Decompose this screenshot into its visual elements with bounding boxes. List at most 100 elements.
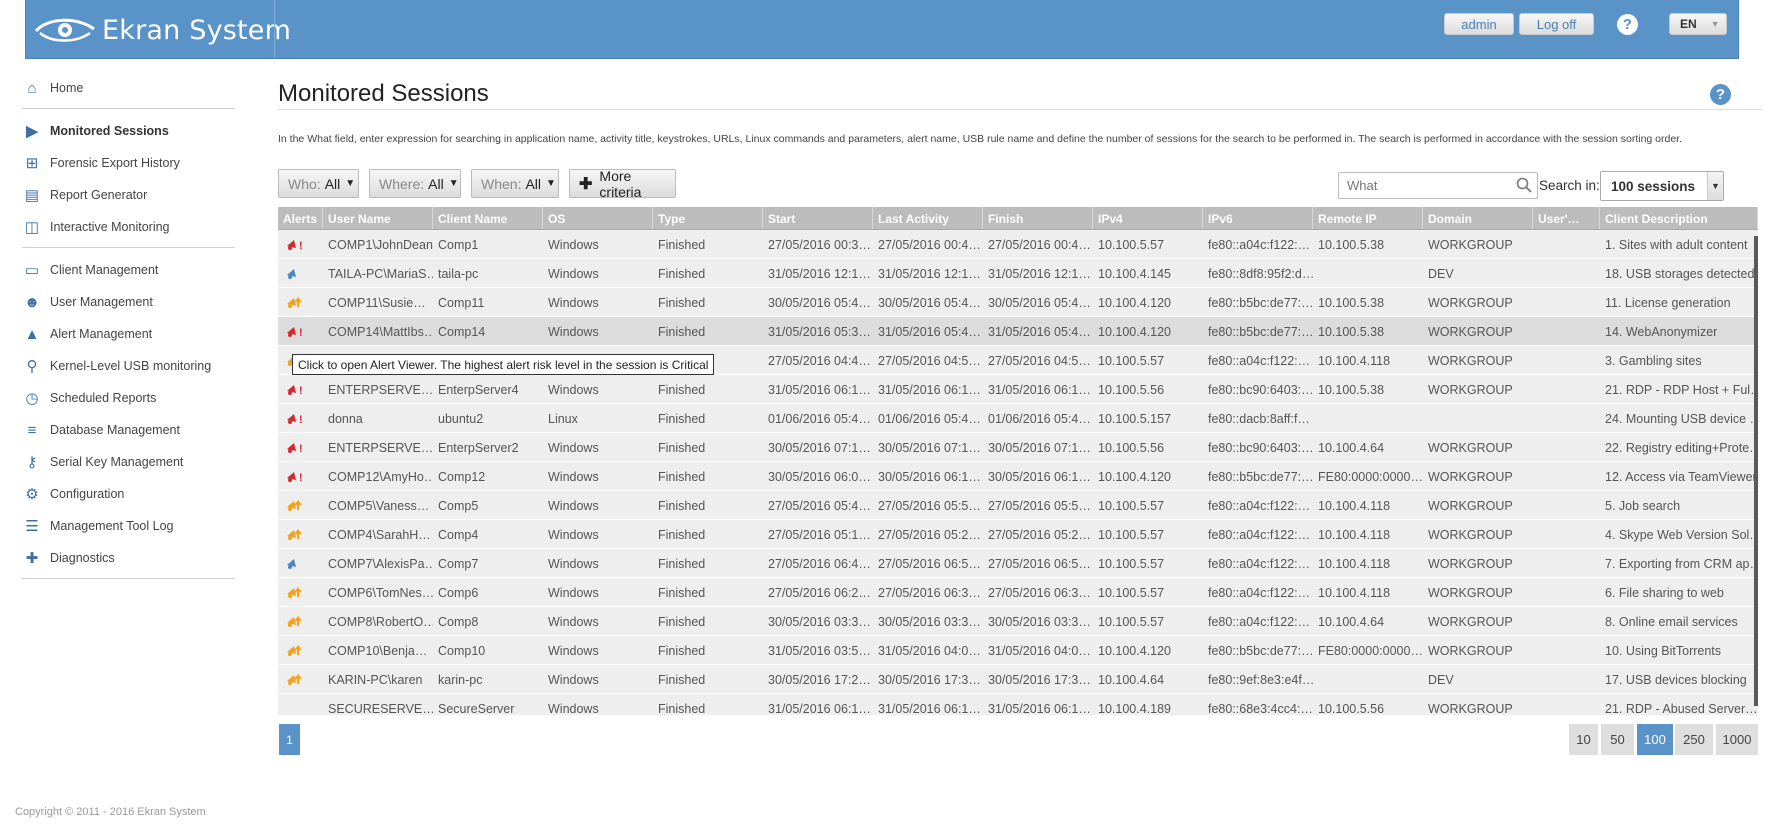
help-icon[interactable]: ? [1617, 14, 1638, 35]
alert-cell[interactable]: ! [278, 462, 323, 490]
table-row[interactable]: COMP6\TomNes… Comp6 Windows Finished 27/05/2… [278, 578, 1758, 607]
table-row[interactable]: ! COMP14\MattIbs… Comp14 Windows Finished 31/… [278, 317, 1758, 346]
alert-orange-icon[interactable] [285, 613, 305, 629]
admin-button[interactable]: admin [1444, 13, 1514, 35]
table-row[interactable]: TAILA-PC\MariaS… taila-pc Windows Finished 3… [278, 259, 1758, 288]
table-row[interactable]: COMP10\Benja… Comp10 Windows Finished 31/05/… [278, 636, 1758, 665]
sidebar-item-kernel-level-usb-monitoring[interactable]: ⚲ Kernel-Level USB monitoring [22, 350, 235, 382]
alert-red-icon[interactable]: ! [285, 236, 305, 252]
alert-cell[interactable] [278, 259, 323, 287]
alert-orange-icon[interactable] [285, 526, 305, 542]
language-select[interactable]: EN ▼ [1669, 13, 1727, 35]
column-header[interactable]: Start [763, 207, 873, 229]
alert-cell[interactable] [278, 665, 323, 693]
alert-cell[interactable] [278, 549, 323, 577]
sidebar-item-interactive-monitoring[interactable]: ◫ Interactive Monitoring [22, 211, 235, 243]
column-header[interactable]: Remote IP [1313, 207, 1423, 229]
more-criteria-label: More criteria [599, 167, 642, 200]
alert-orange-icon[interactable] [285, 671, 305, 687]
table-cell [1533, 607, 1600, 635]
alert-cell[interactable] [278, 578, 323, 606]
page-size-100-button[interactable]: 100 [1637, 724, 1673, 755]
alert-cell[interactable]: ! [278, 433, 323, 461]
column-header[interactable]: Type [653, 207, 763, 229]
alert-blue-icon[interactable] [285, 265, 305, 281]
column-header[interactable]: User Name [323, 207, 433, 229]
sidebar-item-diagnostics[interactable]: ✚ Diagnostics [22, 542, 235, 574]
alert-cell[interactable] [278, 288, 323, 316]
alert-blue-icon[interactable] [285, 555, 305, 571]
sidebar-item-report-generator[interactable]: ▤ Report Generator [22, 179, 235, 211]
table-row[interactable]: ! ENTERPSERVE… EnterpServer2 Windows Finishe… [278, 433, 1758, 462]
sidebar-item-management-tool-log[interactable]: ☰ Management Tool Log [22, 510, 235, 542]
column-header[interactable]: Domain [1423, 207, 1533, 229]
alert-orange-icon[interactable] [285, 294, 305, 310]
alert-cell[interactable] [278, 607, 323, 635]
sidebar-item-label: Client Management [50, 263, 159, 277]
column-header[interactable]: User'… [1533, 207, 1600, 229]
page-help-icon[interactable]: ? [1710, 84, 1731, 105]
alert-cell[interactable]: ! [278, 317, 323, 345]
table-row[interactable]: ! COMP1\JohnDean Comp1 Windows Finished 27/05… [278, 230, 1758, 259]
column-header[interactable]: Finish [983, 207, 1093, 229]
alert-cell[interactable] [278, 694, 323, 715]
who-filter-button[interactable]: Who: All ▼ [278, 169, 359, 198]
page-button-current[interactable]: 1 [279, 724, 300, 755]
column-header[interactable]: Client Name [433, 207, 543, 229]
alert-orange-icon[interactable] [285, 642, 305, 658]
alert-cell[interactable]: ! [278, 404, 323, 432]
table-row[interactable]: COMP11\Susie… Comp11 Windows Finished 30/05/… [278, 288, 1758, 317]
sidebar-item-user-management[interactable]: ☻ User Management [22, 286, 235, 318]
alert-red-icon[interactable]: ! [285, 410, 305, 426]
alert-cell[interactable] [278, 491, 323, 519]
sidebar-item-client-management[interactable]: ▭ Client Management [22, 254, 235, 286]
alert-orange-icon[interactable] [285, 497, 305, 513]
alert-orange-icon[interactable] [285, 584, 305, 600]
page-size-10-button[interactable]: 10 [1569, 724, 1598, 755]
sidebar-item-serial-key-management[interactable]: ⚷ Serial Key Management [22, 446, 235, 478]
alert-cell[interactable]: ! [278, 375, 323, 403]
page-size-1000-button[interactable]: 1000 [1716, 724, 1758, 755]
table-cell: 10.100.4.118 [1318, 557, 1391, 571]
when-filter-button[interactable]: When: All ▼ [471, 169, 559, 198]
column-header[interactable]: IPv6 [1203, 207, 1313, 229]
where-filter-button[interactable]: Where: All ▼ [369, 169, 461, 198]
logoff-button[interactable]: Log off [1519, 13, 1594, 35]
sidebar-item-configuration[interactable]: ⚙ Configuration [22, 478, 235, 510]
alert-cell[interactable] [278, 520, 323, 548]
table-row[interactable]: COMP5\Vaness… Comp5 Windows Finished 27/05/2… [278, 491, 1758, 520]
sidebar-item-forensic-export-history[interactable]: ⊞ Forensic Export History [22, 147, 235, 179]
table-row[interactable]: ! donna ubuntu2 Linux Finished 01/06/2016 05:… [278, 404, 1758, 433]
table-row[interactable]: COMP4\SarahH… Comp4 Windows Finished 27/05/2… [278, 520, 1758, 549]
page-size-250-button[interactable]: 250 [1675, 724, 1713, 755]
alert-cell[interactable]: ! [278, 230, 323, 258]
table-row[interactable]: COMP8\RobertO… Comp8 Windows Finished 30/05/… [278, 607, 1758, 636]
sidebar-item-monitored-sessions[interactable]: ▶ Monitored Sessions [22, 115, 235, 147]
alert-red-icon[interactable]: ! [285, 439, 305, 455]
search-input[interactable] [1338, 172, 1538, 199]
alert-red-icon[interactable]: ! [285, 381, 305, 397]
table-row[interactable]: SECURESERVE… SecureServer Windows Finished 3… [278, 694, 1758, 715]
sidebar-item-scheduled-reports[interactable]: ◷ Scheduled Reports [22, 382, 235, 414]
table-row[interactable]: KARIN-PC\karen karin-pc Windows Finished 30/… [278, 665, 1758, 694]
sidebar-item-home[interactable]: ⌂ Home [22, 72, 235, 104]
table-row[interactable]: ! ENTERPSERVE… EnterpServer4 Windows Finishe… [278, 375, 1758, 404]
alert-red-icon[interactable]: ! [285, 468, 305, 484]
vertical-scrollbar[interactable] [1754, 236, 1758, 706]
search-in-select[interactable]: 100 sessions ▼ [1600, 171, 1724, 201]
page-size-50-button[interactable]: 50 [1601, 724, 1634, 755]
column-header[interactable]: Client Description [1600, 207, 1758, 229]
alert-red-icon[interactable]: ! [285, 323, 305, 339]
more-criteria-button[interactable]: ✚ More criteria [569, 167, 676, 200]
table-row[interactable]: ! COMP12\AmyHo… Comp12 Windows Finished 30/05… [278, 462, 1758, 491]
column-header[interactable]: Last Activity [873, 207, 983, 229]
column-header[interactable]: Alerts [278, 207, 323, 229]
sidebar-item-database-management[interactable]: ≡ Database Management [22, 414, 235, 446]
alert-cell[interactable] [278, 636, 323, 664]
table-cell: Windows [548, 702, 599, 715]
column-header[interactable]: OS [543, 207, 653, 229]
table-row[interactable]: COMP7\AlexisPa… Comp7 Windows Finished 27/05… [278, 549, 1758, 578]
sidebar-item-alert-management[interactable]: ▲ Alert Management [22, 318, 235, 350]
search-icon[interactable] [1516, 177, 1532, 193]
column-header[interactable]: IPv4 [1093, 207, 1203, 229]
